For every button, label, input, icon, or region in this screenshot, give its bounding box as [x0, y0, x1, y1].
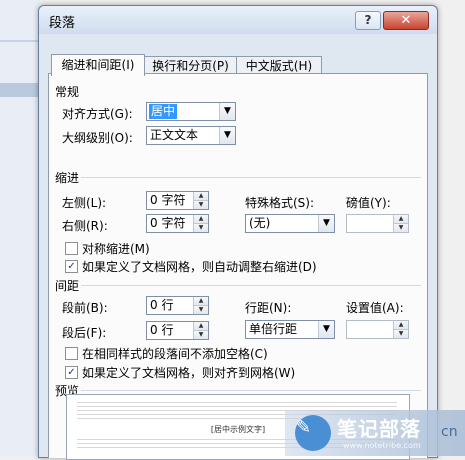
outline-level-select[interactable]: 正文文本 ▼: [146, 126, 236, 145]
pen-icon: ✎: [296, 417, 312, 438]
spin-up-icon[interactable]: ▲: [394, 321, 408, 330]
outline-level-label: 大纲级别(O):: [62, 131, 133, 145]
background-app: [0, 0, 40, 456]
special-indent-label: 特殊格式(S):: [245, 196, 315, 210]
chevron-down-icon[interactable]: ▼: [219, 103, 235, 120]
no-space-same-style-checkbox[interactable]: [65, 347, 78, 360]
dialog-titlebar[interactable]: 段落 ? ✕: [39, 6, 437, 34]
snap-to-grid-checkbox[interactable]: ✓: [65, 366, 78, 379]
spin-down-icon[interactable]: ▼: [194, 201, 208, 209]
spacing-section-title: 间距: [55, 279, 80, 293]
spin-down-icon[interactable]: ▼: [394, 224, 408, 232]
mirror-indent-checkbox[interactable]: [65, 242, 78, 255]
help-button[interactable]: ?: [355, 11, 381, 30]
preview-divider: [81, 390, 421, 391]
spin-up-icon[interactable]: ▲: [394, 215, 408, 224]
chevron-down-icon[interactable]: ▼: [318, 321, 334, 338]
watermark-title: 笔记部落: [337, 417, 421, 441]
spacing-at-label: 设置值(A):: [346, 301, 404, 315]
alignment-value: 居中: [149, 104, 178, 119]
spin-up-icon[interactable]: ▲: [194, 215, 208, 224]
space-after-label: 段后(F):: [62, 326, 107, 340]
left-indent-spinner[interactable]: 0 字符 ▲ ▼: [146, 191, 209, 210]
alignment-label: 对齐方式(G):: [62, 107, 133, 121]
preview-line: [77, 418, 317, 419]
dialog-title: 段落: [49, 16, 76, 31]
spacing-divider: [81, 285, 421, 286]
indent-section-title: 缩进: [55, 171, 80, 185]
right-indent-label: 右侧(R):: [62, 219, 108, 233]
chevron-down-icon[interactable]: ▼: [318, 215, 334, 232]
watermark-side-text: cn: [441, 424, 458, 440]
watermark-url: www.notetribe.com: [343, 441, 421, 450]
preview-line: [77, 406, 397, 407]
line-spacing-label: 行距(N):: [245, 301, 292, 315]
auto-adjust-indent-label: 如果定义了文档网格，则自动调整右缩进(D): [82, 260, 317, 274]
line-spacing-select[interactable]: 单倍行距 ▼: [245, 320, 335, 339]
right-indent-value: 0 字符: [150, 216, 186, 230]
general-section-title: 常规: [55, 85, 80, 99]
right-indent-spinner[interactable]: 0 字符 ▲ ▼: [146, 214, 209, 233]
watermark: ✎ 笔记部落 www.notetribe.com cn: [285, 410, 465, 456]
spin-down-icon[interactable]: ▼: [194, 224, 208, 232]
spin-down-icon[interactable]: ▼: [194, 306, 208, 314]
outline-level-value: 正文文本: [150, 128, 199, 142]
close-button[interactable]: ✕: [383, 11, 429, 30]
spin-up-icon[interactable]: ▲: [194, 192, 208, 201]
mirror-indent-label: 对称缩进(M): [82, 242, 150, 256]
paragraph-dialog: 段落 ? ✕ 缩进和间距(I) 换行和分页(P) 中文版式(H) 常规 对齐方式…: [38, 5, 438, 460]
snap-to-grid-label: 如果定义了文档网格，则对齐到网格(W): [82, 366, 296, 380]
spin-down-icon[interactable]: ▼: [194, 331, 208, 339]
spin-down-icon[interactable]: ▼: [394, 330, 408, 338]
indent-by-label: 磅值(Y):: [346, 196, 391, 210]
spin-up-icon[interactable]: ▲: [194, 322, 208, 331]
no-space-same-style-label: 在相同样式的段落间不添加空格(C): [82, 347, 268, 361]
line-spacing-value: 单倍行距: [249, 322, 298, 336]
tab-indent-spacing[interactable]: 缩进和间距(I): [51, 54, 145, 76]
spacing-at-spinner[interactable]: ▲ ▼: [346, 320, 409, 339]
chevron-down-icon[interactable]: ▼: [219, 127, 235, 144]
space-after-spinner[interactable]: 0 行 ▲ ▼: [146, 321, 209, 340]
tab-panel-indent-spacing: 常规 对齐方式(G): 居中 ▼ 大纲级别(O): 正文文本 ▼ 缩进 左侧(L…: [48, 73, 428, 460]
special-indent-select[interactable]: (无) ▼: [245, 214, 335, 233]
spin-up-icon[interactable]: ▲: [194, 297, 208, 306]
indent-divider: [81, 177, 421, 178]
background-ruler: [0, 40, 40, 42]
space-after-value: 0 行: [150, 323, 174, 337]
space-before-spinner[interactable]: 0 行 ▲ ▼: [146, 296, 209, 315]
background-toolbar-band: [0, 83, 40, 97]
space-before-value: 0 行: [150, 298, 174, 312]
alignment-select[interactable]: 居中 ▼: [146, 102, 236, 121]
preview-line: [77, 402, 397, 403]
left-indent-value: 0 字符: [150, 193, 186, 207]
space-before-label: 段前(B):: [62, 301, 108, 315]
auto-adjust-indent-checkbox[interactable]: ✓: [65, 260, 78, 273]
indent-by-spinner[interactable]: ▲ ▼: [346, 214, 409, 233]
left-indent-label: 左侧(L):: [62, 196, 107, 210]
special-indent-value: (无): [249, 216, 271, 230]
